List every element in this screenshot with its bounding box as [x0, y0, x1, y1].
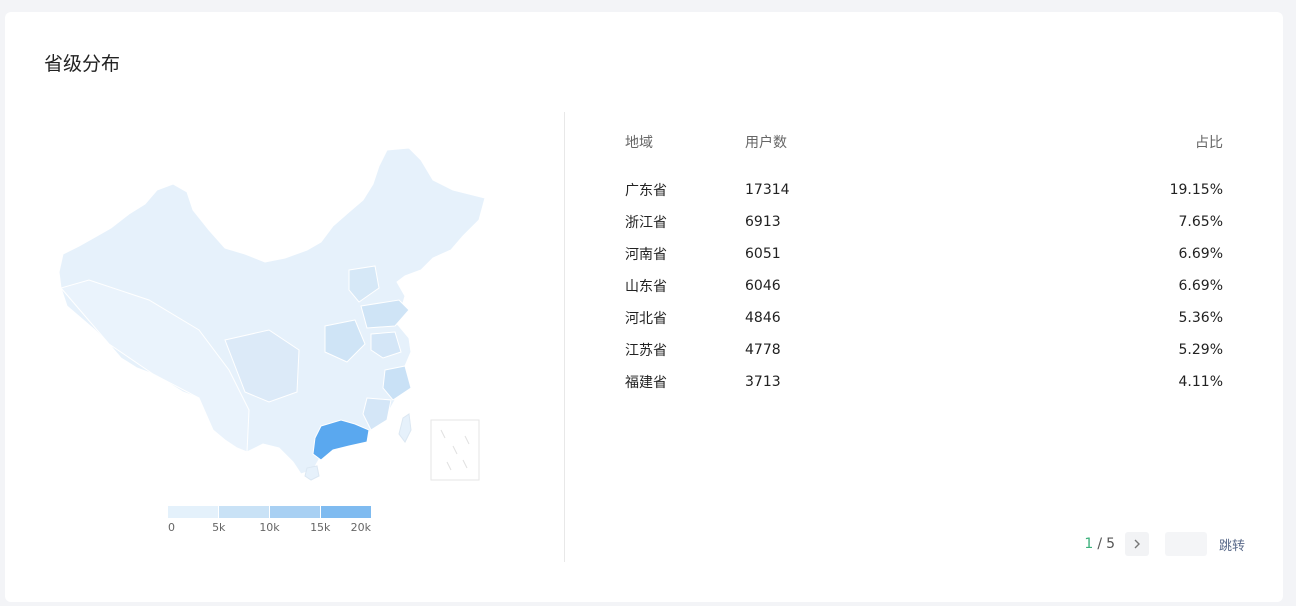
- legend-tick-label: 0: [168, 521, 175, 534]
- cell-ratio: 5.29%: [1178, 342, 1223, 358]
- cell-ratio: 7.65%: [1178, 214, 1223, 230]
- jump-page-input[interactable]: [1164, 532, 1207, 556]
- cell-region: 福建省: [625, 375, 667, 391]
- map-region-taiwan[interactable]: [398, 413, 412, 443]
- jump-button[interactable]: 跳转: [1219, 535, 1245, 554]
- cell-region: 浙江省: [625, 215, 667, 231]
- card-title: 省级分布: [44, 53, 121, 75]
- map-legend: 0 5k 10k 15k 20k: [168, 506, 371, 537]
- cell-region: 河北省: [625, 311, 667, 327]
- table-row[interactable]: 山东省 6046 6.69%: [625, 270, 1223, 302]
- province-distribution-card: 省级分布 0 5k 10k 15k 20k 地域 用户数 占比 广东省 1731…: [5, 12, 1283, 602]
- china-map[interactable]: [49, 130, 499, 490]
- legend-segment: [218, 506, 269, 518]
- china-map-svg[interactable]: [49, 130, 499, 490]
- legend-tick-label: 15k: [310, 521, 331, 534]
- table-row[interactable]: 福建省 3713 4.11%: [625, 366, 1223, 398]
- table-row[interactable]: 河北省 4846 5.36%: [625, 302, 1223, 334]
- table-body: 广东省 17314 19.15% 浙江省 6913 7.65% 河南省 6051…: [625, 174, 1223, 398]
- header-region[interactable]: 地域: [625, 132, 745, 152]
- cell-ratio: 4.11%: [1178, 374, 1223, 390]
- pagination: 1 / 5 跳转: [1084, 532, 1245, 556]
- cell-ratio: 6.69%: [1178, 246, 1223, 262]
- cell-ratio: 6.69%: [1178, 278, 1223, 294]
- cell-users: 4778: [745, 342, 781, 358]
- map-region-hainan[interactable]: [304, 465, 320, 481]
- cell-users: 6913: [745, 214, 781, 230]
- cell-users: 6046: [745, 278, 781, 294]
- legend-tick-label: 5k: [212, 521, 226, 534]
- table-row[interactable]: 江苏省 4778 5.29%: [625, 334, 1223, 366]
- legend-segment: [269, 506, 320, 518]
- header-users[interactable]: 用户数: [745, 132, 1103, 152]
- page-current: 1: [1084, 536, 1094, 552]
- legend-tick-label: 20k: [350, 521, 371, 534]
- map-region-guangdong[interactable]: [312, 419, 370, 461]
- legend-ticks: 0 5k 10k 15k 20k: [168, 521, 371, 537]
- section-divider: [564, 112, 565, 562]
- chevron-right-icon: [1134, 539, 1140, 549]
- table-row[interactable]: 广东省 17314 19.15%: [625, 174, 1223, 206]
- cell-users: 3713: [745, 374, 781, 390]
- cell-users: 4846: [745, 310, 781, 326]
- page-total: 5: [1106, 536, 1115, 552]
- cell-ratio: 5.36%: [1178, 310, 1223, 326]
- cell-region: 江苏省: [625, 343, 667, 359]
- table-row[interactable]: 河南省 6051 6.69%: [625, 238, 1223, 270]
- legend-tick-label: 10k: [259, 521, 280, 534]
- legend-color-bar: [168, 506, 371, 518]
- cell-region: 河南省: [625, 247, 667, 263]
- cell-users: 17314: [745, 182, 790, 198]
- province-table: 地域 用户数 占比 广东省 17314 19.15% 浙江省 6913 7.65…: [625, 130, 1223, 398]
- next-page-button[interactable]: [1124, 532, 1149, 556]
- legend-segment: [168, 506, 218, 518]
- table-row[interactable]: 浙江省 6913 7.65%: [625, 206, 1223, 238]
- page-separator: /: [1097, 536, 1103, 552]
- table-header: 地域 用户数 占比: [625, 130, 1223, 154]
- legend-segment: [320, 506, 371, 518]
- cell-region: 山东省: [625, 279, 667, 295]
- cell-region: 广东省: [625, 183, 667, 199]
- cell-users: 6051: [745, 246, 781, 262]
- header-ratio[interactable]: 占比: [1103, 132, 1223, 152]
- cell-ratio: 19.15%: [1169, 182, 1223, 198]
